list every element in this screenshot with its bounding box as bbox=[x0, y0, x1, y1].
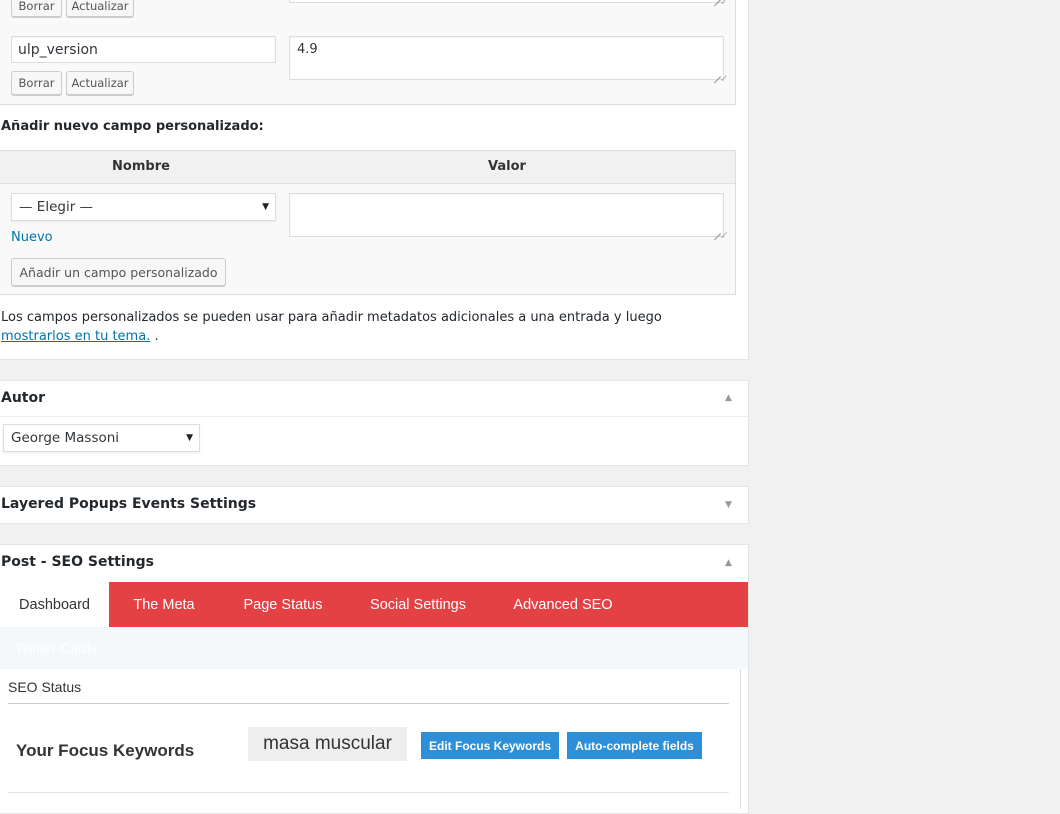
tab-twitter-cards[interactable]: Twitter Cards bbox=[15, 640, 97, 656]
author-select-value: George Massoni bbox=[11, 430, 120, 446]
tab-page-status[interactable]: Page Status bbox=[219, 582, 347, 627]
name-column-header: Nombre bbox=[112, 159, 170, 174]
expand-arrow-icon[interactable]: ▼ bbox=[725, 500, 732, 510]
author-select[interactable]: George Massoni ▼ bbox=[3, 424, 200, 452]
new-field-link[interactable]: Nuevo bbox=[11, 230, 53, 245]
help-text: Los campos personalizados se pueden usar… bbox=[1, 310, 662, 325]
new-field-value-textarea[interactable]: ✓ bbox=[289, 193, 729, 242]
collapse-arrow-icon[interactable]: ▲ bbox=[725, 558, 732, 568]
help-tail: . bbox=[150, 329, 159, 344]
seo-status-label: SEO Status bbox=[8, 679, 82, 695]
tab-the-meta[interactable]: The Meta bbox=[109, 582, 219, 627]
chevron-down-icon: ▼ bbox=[262, 202, 269, 212]
focus-keywords-divider bbox=[8, 792, 729, 793]
auto-complete-fields-button[interactable]: Auto-complete fields bbox=[567, 732, 702, 759]
custom-field-value: 4.9 bbox=[297, 42, 318, 57]
collapse-arrow-icon[interactable]: ▲ bbox=[725, 393, 732, 403]
seo-tab-bar: Dashboard The Meta Page Status Social Se… bbox=[0, 582, 748, 627]
tab-advanced-seo[interactable]: Advanced SEO bbox=[489, 582, 637, 627]
tab-social-settings[interactable]: Social Settings bbox=[347, 582, 489, 627]
tab-dashboard[interactable]: Dashboard bbox=[0, 582, 109, 627]
focus-keyword-badge: masa muscular bbox=[248, 727, 407, 761]
author-panel bbox=[0, 380, 749, 466]
custom-field-value-textarea[interactable]: 4.9 ✓ bbox=[289, 36, 729, 85]
chevron-down-icon: ▼ bbox=[186, 433, 193, 443]
seo-status-divider bbox=[8, 703, 729, 704]
seo-tab-bar-row2 bbox=[0, 627, 748, 669]
update-field-button[interactable]: Actualizar bbox=[66, 71, 134, 95]
focus-keywords-title: Your Focus Keywords bbox=[16, 741, 195, 760]
field-name-select-value: — Elegir — bbox=[19, 199, 94, 215]
add-custom-field-button[interactable]: Añadir un campo personalizado bbox=[11, 258, 226, 286]
author-panel-title[interactable]: Autor bbox=[1, 390, 45, 406]
delete-field-button[interactable]: Borrar bbox=[11, 71, 62, 95]
value-column-header: Valor bbox=[488, 159, 526, 174]
show-in-theme-link[interactable]: mostrarlos en tu tema. bbox=[1, 329, 150, 344]
custom-field-key-input[interactable]: ulp_version bbox=[11, 36, 276, 63]
layered-popups-panel-title[interactable]: Layered Popups Events Settings bbox=[1, 496, 256, 512]
author-panel-header-divider bbox=[0, 416, 748, 417]
update-field-button[interactable]: Actualizar bbox=[66, 0, 134, 17]
custom-fields-help: Los campos personalizados se pueden usar… bbox=[1, 308, 726, 346]
custom-field-value-textarea[interactable]: ✓ bbox=[289, 0, 729, 8]
add-new-field-title: Añadir nuevo campo personalizado: bbox=[1, 119, 264, 134]
seo-settings-panel-title[interactable]: Post - SEO Settings bbox=[1, 554, 154, 570]
delete-field-button[interactable]: Borrar bbox=[11, 0, 62, 17]
field-name-select[interactable]: — Elegir — ▼ bbox=[11, 193, 276, 221]
edit-focus-keywords-button[interactable]: Edit Focus Keywords bbox=[421, 732, 559, 759]
